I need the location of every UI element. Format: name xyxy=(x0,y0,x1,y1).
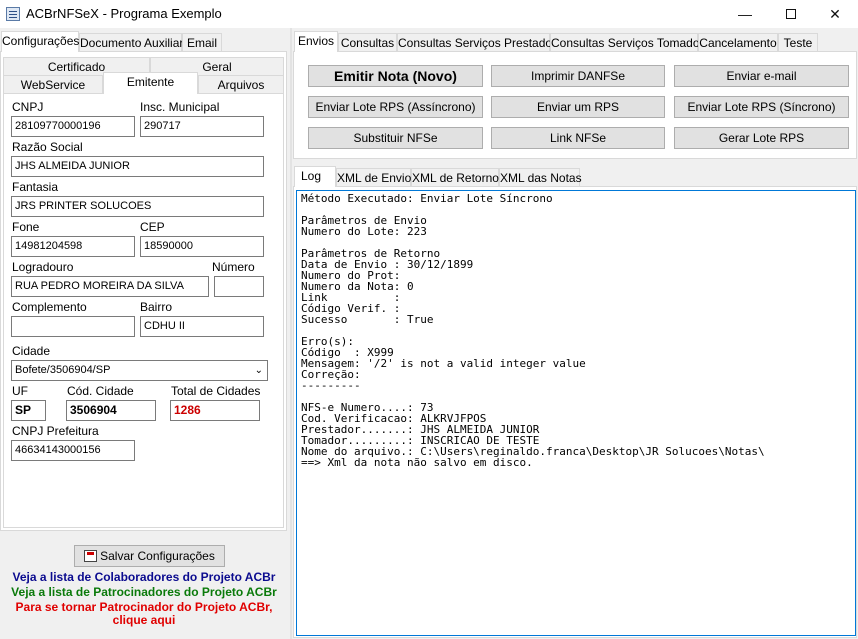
log-textarea[interactable]: Método Executado: Enviar Lote Síncrono P… xyxy=(296,190,856,636)
tab-consultas-tomados[interactable]: Consultas Serviços Tomados xyxy=(550,33,706,52)
cnpj-field[interactable]: 28109770000196 xyxy=(11,116,135,137)
cidade-select-value: Bofete/3506904/SP xyxy=(15,364,111,376)
uf-label: UF xyxy=(12,384,28,398)
cep-field[interactable]: 18590000 xyxy=(140,236,264,257)
enviar-lote-sincrono-button[interactable]: Enviar Lote RPS (Síncrono) xyxy=(674,96,849,118)
tab-xml-retorno[interactable]: XML de Retorno xyxy=(411,168,499,187)
logradouro-field[interactable]: RUA PEDRO MOREIRA DA SILVA xyxy=(11,276,209,297)
complemento-label: Complemento xyxy=(12,300,87,314)
chevron-down-icon: ⌄ xyxy=(254,365,263,376)
razao-social-label: Razão Social xyxy=(12,140,83,154)
maximize-button[interactable] xyxy=(768,0,814,28)
total-cidades-field: 1286 xyxy=(170,400,260,421)
razao-social-field[interactable]: JHS ALMEIDA JUNIOR xyxy=(11,156,264,177)
fone-label: Fone xyxy=(12,220,40,234)
emitir-nota-button[interactable]: Emitir Nota (Novo) xyxy=(308,65,483,87)
fone-field[interactable]: 14981204598 xyxy=(11,236,135,257)
tab-arquivos[interactable]: Arquivos xyxy=(198,75,284,94)
link-colaboradores[interactable]: Veja a lista de Colaboradores do Projeto… xyxy=(0,570,288,584)
numero-label: Número xyxy=(212,260,255,274)
splitter[interactable] xyxy=(290,28,292,639)
enviar-email-button[interactable]: Enviar e-mail xyxy=(674,65,849,87)
insc-municipal-field[interactable]: 290717 xyxy=(140,116,264,137)
enviar-um-rps-button[interactable]: Enviar um RPS xyxy=(491,96,665,118)
link-nfse-button[interactable]: Link NFSe xyxy=(491,127,665,149)
enviar-lote-assincrono-button[interactable]: Enviar Lote RPS (Assíncrono) xyxy=(308,96,483,118)
save-icon xyxy=(84,550,98,562)
cnpj-label: CNPJ xyxy=(12,100,44,114)
fantasia-label: Fantasia xyxy=(12,180,59,194)
bairro-field[interactable]: CDHU II xyxy=(140,316,264,337)
tab-teste[interactable]: Teste xyxy=(778,33,818,52)
tab-envios[interactable]: Envios xyxy=(294,31,338,52)
cidade-select[interactable]: Bofete/3506904/SP ⌄ xyxy=(11,360,268,381)
bairro-label: Bairro xyxy=(140,300,173,314)
tab-email[interactable]: Email xyxy=(182,33,222,52)
logradouro-label: Logradouro xyxy=(12,260,74,274)
minimize-button[interactable]: — xyxy=(722,0,768,28)
gerar-lote-rps-button[interactable]: Gerar Lote RPS xyxy=(674,127,849,149)
tab-emitente[interactable]: Emitente xyxy=(103,72,198,94)
numero-field[interactable] xyxy=(214,276,264,297)
tab-documento-auxiliar[interactable]: Documento Auxiliar xyxy=(79,33,183,52)
tab-configuracoes[interactable]: Configurações xyxy=(1,31,79,52)
cidade-label: Cidade xyxy=(12,344,51,358)
link-clique-aqui[interactable]: clique aqui xyxy=(0,613,288,627)
fantasia-field[interactable]: JRS PRINTER SOLUCOES xyxy=(11,196,264,217)
link-tornar-patrocinador[interactable]: Para se tornar Patrocinador do Projeto A… xyxy=(0,600,288,614)
cnpj-prefeitura-label: CNPJ Prefeitura xyxy=(12,424,99,438)
window-title: ACBrNFSeX - Programa Exemplo xyxy=(26,6,222,21)
tab-xml-notas[interactable]: XML das Notas xyxy=(499,168,582,187)
uf-field[interactable]: SP xyxy=(11,400,46,421)
insc-municipal-label: Insc. Municipal xyxy=(140,100,220,114)
tab-log[interactable]: Log xyxy=(294,166,336,187)
save-config-label: Salvar Configurações xyxy=(100,549,215,563)
close-button[interactable]: ✕ xyxy=(812,0,858,28)
total-cidades-label: Total de Cidades xyxy=(171,384,261,398)
substituir-nfse-button[interactable]: Substituir NFSe xyxy=(308,127,483,149)
tab-xml-envio[interactable]: XML de Envio xyxy=(336,168,411,187)
app-icon xyxy=(6,7,20,21)
save-config-button[interactable]: Salvar Configurações xyxy=(74,545,225,567)
cod-cidade-label: Cód. Cidade xyxy=(67,384,134,398)
title-bar: ACBrNFSeX - Programa Exemplo — ✕ xyxy=(0,0,858,28)
cep-label: CEP xyxy=(140,220,165,234)
tab-consultas-prestados[interactable]: Consultas Serviços Prestados xyxy=(397,33,558,52)
link-patrocinadores[interactable]: Veja a lista de Patrocinadores do Projet… xyxy=(0,585,288,599)
cod-cidade-field[interactable]: 3506904 xyxy=(66,400,156,421)
complemento-field[interactable] xyxy=(11,316,135,337)
tab-webservice[interactable]: WebService xyxy=(3,75,103,94)
tab-cancelamento[interactable]: Cancelamento xyxy=(698,33,778,52)
imprimir-danfse-button[interactable]: Imprimir DANFSe xyxy=(491,65,665,87)
maximize-icon xyxy=(786,9,796,19)
cnpj-prefeitura-field[interactable]: 46634143000156 xyxy=(11,440,135,461)
tab-consultas[interactable]: Consultas xyxy=(338,33,397,52)
